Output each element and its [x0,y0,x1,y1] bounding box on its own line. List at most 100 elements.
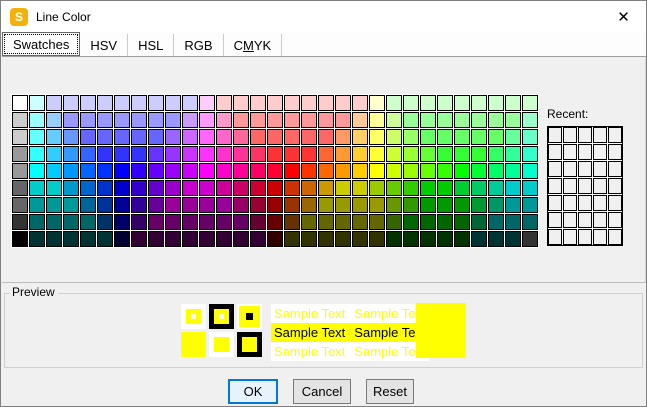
swatch-cell[interactable] [148,214,164,230]
swatch-cell[interactable] [131,180,147,196]
swatch-cell[interactable] [199,180,215,196]
recent-swatch-cell[interactable] [578,178,592,194]
swatch-cell[interactable] [131,146,147,162]
swatch-cell[interactable] [199,197,215,213]
swatch-cell[interactable] [199,231,215,247]
swatch-cell[interactable] [29,197,45,213]
swatch-cell[interactable] [63,197,79,213]
swatch-cell[interactable] [284,214,300,230]
swatch-cell[interactable] [46,214,62,230]
swatch-cell[interactable] [233,112,249,128]
swatch-cell[interactable] [318,197,334,213]
close-icon[interactable]: ✕ [601,1,646,32]
swatch-cell[interactable] [420,129,436,145]
swatch-cell[interactable] [488,95,504,111]
recent-swatch-cell[interactable] [548,144,562,160]
recent-swatch-cell[interactable] [593,195,607,211]
swatch-cell[interactable] [505,146,521,162]
swatch-cell[interactable] [80,231,96,247]
swatch-cell[interactable] [216,214,232,230]
swatch-cell[interactable] [233,146,249,162]
swatch-cell[interactable] [250,214,266,230]
swatch-cell[interactable] [454,163,470,179]
swatch-cell[interactable] [97,129,113,145]
swatch-cell[interactable] [80,163,96,179]
swatch-cell[interactable] [165,231,181,247]
swatch-cell[interactable] [12,180,28,196]
swatch-cell[interactable] [250,197,266,213]
swatch-cell[interactable] [522,129,538,145]
swatch-cell[interactable] [318,146,334,162]
swatch-cell[interactable] [488,197,504,213]
swatch-cell[interactable] [12,146,28,162]
swatch-cell[interactable] [488,214,504,230]
swatch-cell[interactable] [284,231,300,247]
tab-rgb[interactable]: RGB [174,34,224,56]
swatch-cell[interactable] [80,146,96,162]
swatch-cell[interactable] [352,231,368,247]
swatch-cell[interactable] [369,163,385,179]
swatch-cell[interactable] [267,112,283,128]
swatch-cell[interactable] [250,180,266,196]
swatch-cell[interactable] [131,231,147,247]
tab-swatches[interactable]: Swatches [2,32,81,56]
swatch-cell[interactable] [352,180,368,196]
swatch-cell[interactable] [284,129,300,145]
swatch-cell[interactable] [454,95,470,111]
swatch-cell[interactable] [216,231,232,247]
swatch-cell[interactable] [437,163,453,179]
swatch-cell[interactable] [369,95,385,111]
swatch-cell[interactable] [63,146,79,162]
swatch-cell[interactable] [420,163,436,179]
swatch-cell[interactable] [29,95,45,111]
swatch-cell[interactable] [250,163,266,179]
swatch-cell[interactable] [284,197,300,213]
swatch-cell[interactable] [182,231,198,247]
swatch-cell[interactable] [386,180,402,196]
swatch-cell[interactable] [437,112,453,128]
swatch-cell[interactable] [505,112,521,128]
swatch-cell[interactable] [29,112,45,128]
recent-swatch-cell[interactable] [563,144,577,160]
swatch-cell[interactable] [488,129,504,145]
swatch-cell[interactable] [131,163,147,179]
recent-swatch-cell[interactable] [548,212,562,228]
swatch-cell[interactable] [488,112,504,128]
swatch-cell[interactable] [454,146,470,162]
swatch-cell[interactable] [148,197,164,213]
swatch-cell[interactable] [488,146,504,162]
swatch-cell[interactable] [114,197,130,213]
swatch-cell[interactable] [403,163,419,179]
recent-swatch-cell[interactable] [608,127,622,143]
swatch-cell[interactable] [97,197,113,213]
swatch-cell[interactable] [114,180,130,196]
swatch-cell[interactable] [318,180,334,196]
swatch-cell[interactable] [488,180,504,196]
recent-swatch-cell[interactable] [608,144,622,160]
swatch-cell[interactable] [471,146,487,162]
swatch-cell[interactable] [216,197,232,213]
swatch-cell[interactable] [335,112,351,128]
swatch-cell[interactable] [165,129,181,145]
swatch-cell[interactable] [454,197,470,213]
swatch-cell[interactable] [114,163,130,179]
swatch-cell[interactable] [437,180,453,196]
swatch-cell[interactable] [301,163,317,179]
swatch-cell[interactable] [437,231,453,247]
swatch-cell[interactable] [522,112,538,128]
swatch-cell[interactable] [182,146,198,162]
recent-swatch-cell[interactable] [608,195,622,211]
swatch-cell[interactable] [131,214,147,230]
swatch-cell[interactable] [267,180,283,196]
swatch-cell[interactable] [454,129,470,145]
swatch-cell[interactable] [199,129,215,145]
swatch-cell[interactable] [420,146,436,162]
swatch-cell[interactable] [233,163,249,179]
swatch-cell[interactable] [182,197,198,213]
recent-swatch-cell[interactable] [593,144,607,160]
swatch-cell[interactable] [420,95,436,111]
swatch-cell[interactable] [437,129,453,145]
swatch-cell[interactable] [454,112,470,128]
swatch-cell[interactable] [335,214,351,230]
swatch-cell[interactable] [80,129,96,145]
